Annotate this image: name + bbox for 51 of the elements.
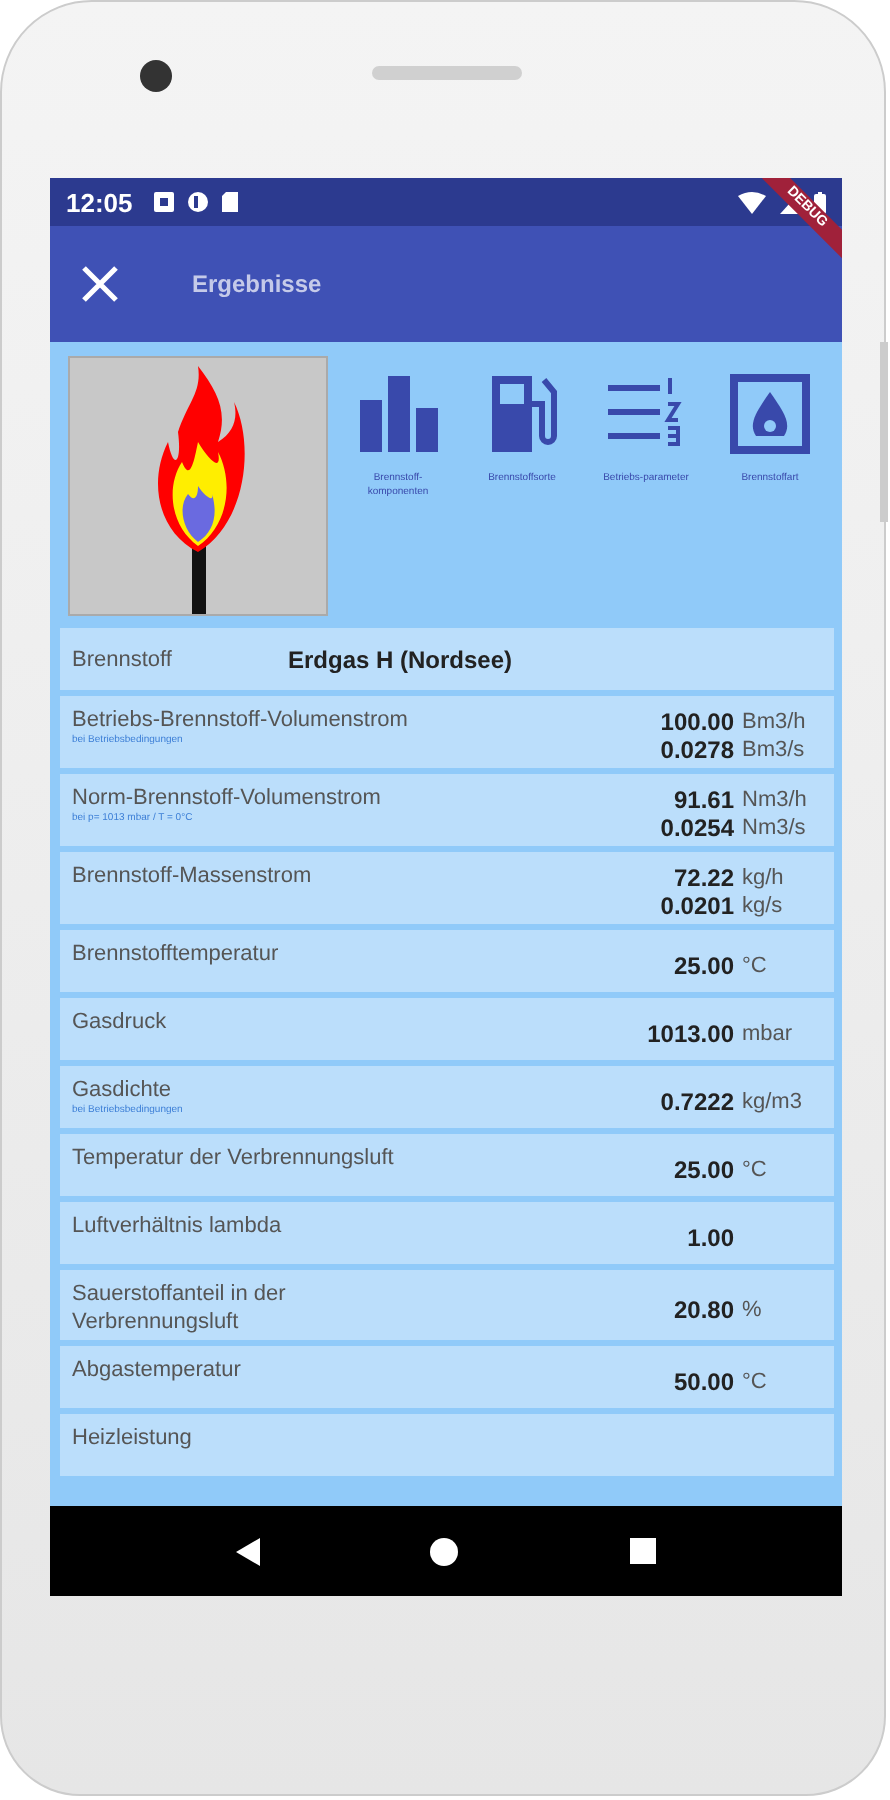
result-label: Gasdichte (72, 1076, 174, 1104)
result-unit: °C (742, 1155, 769, 1183)
result-unit: kg/m3 (742, 1087, 804, 1115)
home-icon (430, 1537, 459, 1565)
result-value: 91.61 (671, 786, 734, 814)
result-value: 0.0201 (658, 892, 734, 920)
field-value: Erdgas H (Nordsee) (288, 645, 513, 673)
result-unit: kg/s (742, 892, 785, 920)
close-icon (80, 264, 120, 304)
camera-icon (140, 60, 172, 92)
result-unit: mbar (742, 1019, 795, 1047)
result-unit: % (742, 1295, 764, 1323)
result-value: 1013.00 (645, 1019, 734, 1047)
result-unit: °C (742, 951, 769, 979)
result-value: 0.0278 (658, 736, 734, 764)
wifi-icon (738, 191, 766, 213)
bar-chart-icon (356, 372, 440, 456)
notification-icon (188, 192, 209, 212)
back-icon (235, 1537, 260, 1565)
sd-card-icon (222, 192, 239, 212)
result-label: Heizleistung (72, 1424, 194, 1452)
result-unit: Nm3/s (742, 814, 808, 842)
result-value: 1.00 (685, 1223, 734, 1251)
result-value: 25.00 (671, 951, 734, 979)
screen-title: Ergebnisse (192, 270, 322, 298)
result-unit: kg/h (742, 864, 786, 892)
field-label: Brennstoff (72, 647, 174, 671)
result-unit: Nm3/h (742, 786, 809, 814)
result-value: 0.7222 (658, 1087, 734, 1115)
recents-icon (630, 1538, 657, 1564)
result-value: 20.80 (671, 1295, 734, 1323)
result-value: 50.00 (671, 1367, 734, 1395)
result-label: Luftverhältnis lambda (72, 1212, 284, 1240)
result-label: Brennstofftemperatur (72, 940, 281, 968)
result-label: Gasdruck (72, 1008, 169, 1036)
result-value: 72.22 (671, 864, 734, 892)
result-value: 25.00 (671, 1155, 734, 1183)
result-unit: Bm3/s (742, 736, 807, 764)
result-unit: Bm3/h (742, 708, 808, 736)
fireplace-icon (728, 372, 812, 456)
result-unit: °C (742, 1367, 769, 1395)
result-label: Sauerstoffanteil in der Verbrennungsluft (72, 1280, 288, 1336)
result-label: Betriebs-Brennstoff-Volumenstrom (72, 706, 410, 734)
status-time: 12:05 (66, 187, 133, 217)
result-label: Abgastemperatur (72, 1356, 243, 1384)
result-label: Temperatur der Verbrennungsluft (72, 1144, 396, 1172)
result-label: Norm-Brennstoff-Volumenstrom (72, 784, 383, 812)
result-value: 100.00 (658, 708, 734, 736)
notification-icon (154, 192, 175, 212)
result-value: 0.0254 (658, 814, 734, 842)
result-label: Brennstoff-Massenstrom (72, 862, 314, 890)
